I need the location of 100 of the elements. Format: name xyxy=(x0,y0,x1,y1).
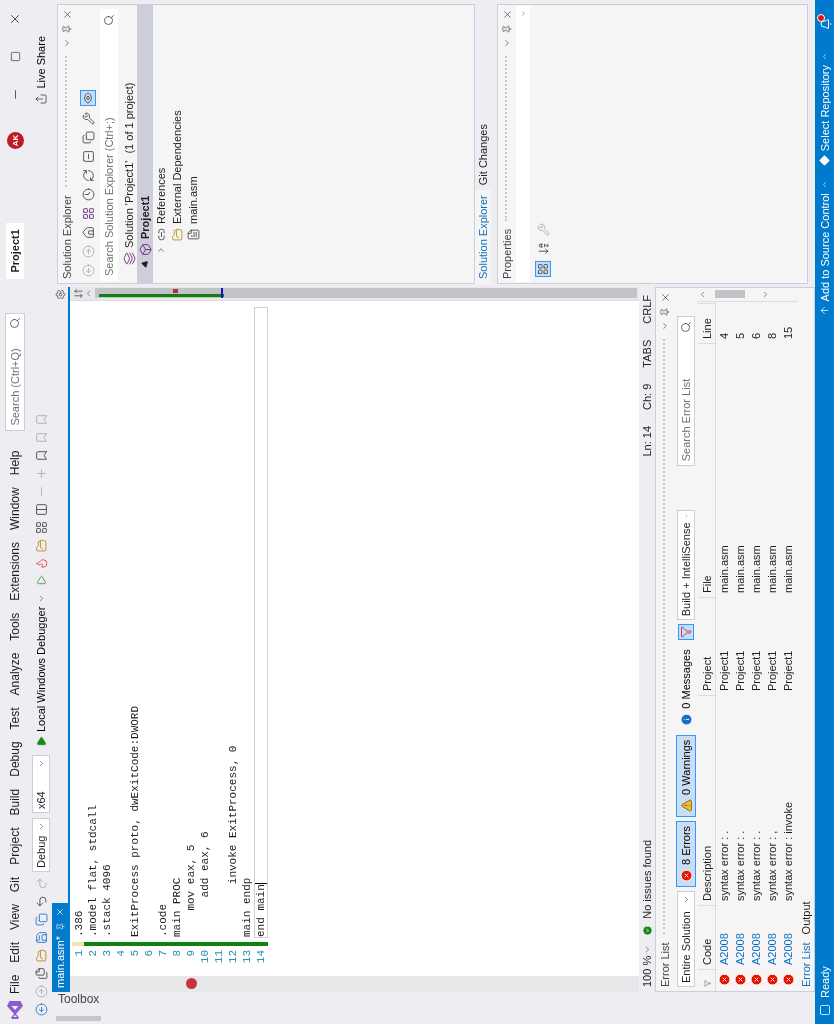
search-icon[interactable] xyxy=(103,14,115,26)
live-share-button[interactable]: Live Share xyxy=(34,30,48,111)
column-header[interactable] xyxy=(698,969,716,991)
column-header[interactable]: Line xyxy=(698,303,716,343)
table-cell[interactable]: A2008 xyxy=(716,905,732,969)
save-icon[interactable] xyxy=(34,931,48,944)
repository-button[interactable]: Select Repository xyxy=(818,48,831,171)
platform-dropdown[interactable]: x64 xyxy=(32,755,50,813)
pin-icon[interactable] xyxy=(502,24,512,34)
column-header[interactable]: Project xyxy=(698,597,716,695)
tree-item[interactable]: Project1 xyxy=(137,5,153,283)
settings-icon[interactable] xyxy=(54,289,66,300)
filter-toggle[interactable] xyxy=(678,624,694,641)
maximize-icon[interactable] xyxy=(9,51,21,63)
close-icon[interactable] xyxy=(61,9,73,20)
scope-dropdown[interactable]: Entire Solution xyxy=(677,891,695,987)
filter-button[interactable]: 8 Errors xyxy=(676,820,696,887)
menu-item[interactable]: Edit xyxy=(8,935,22,969)
dropdown-icon[interactable] xyxy=(502,38,512,48)
preview-toggle[interactable] xyxy=(80,90,96,106)
tree-item[interactable]: References xyxy=(153,5,169,283)
notification-bell-icon[interactable] xyxy=(817,14,832,30)
open-folder-icon[interactable] xyxy=(34,949,48,962)
close-icon[interactable] xyxy=(659,292,671,303)
dropdown-icon[interactable] xyxy=(62,38,72,48)
split-icon[interactable] xyxy=(73,288,84,299)
forward-icon[interactable] xyxy=(34,985,48,998)
table-cell[interactable]: A2008 xyxy=(780,905,796,969)
panel-tab[interactable]: Git Changes xyxy=(475,119,491,191)
menu-item[interactable]: Test xyxy=(8,701,22,736)
code-editor[interactable]: 1 2 3 4 5 6 7 8 9 10 11 12 13 14 .386 .model flat, stdcall .stack 4096 ExitProcess proto, dwExitCode:DWORD .code main PROC mov eax, 5 add eax, 6 invoke ExitProcess, 0 main endp end main xyxy=(70,287,639,992)
layout-icon[interactable] xyxy=(34,502,48,516)
tree-item[interactable]: External Dependencies xyxy=(169,5,185,283)
folder-search-icon[interactable] xyxy=(34,538,48,552)
forward-icon[interactable] xyxy=(81,245,95,258)
search-icon[interactable] xyxy=(680,321,692,334)
menu-item[interactable]: Analyze xyxy=(8,646,22,702)
undo-icon[interactable] xyxy=(34,895,48,908)
pin-icon[interactable] xyxy=(62,24,72,34)
document-tab[interactable]: main.asm* xyxy=(52,903,68,992)
table-cell[interactable]: A2008 xyxy=(764,905,780,969)
menu-item[interactable]: Window xyxy=(8,481,22,536)
menu-item[interactable]: Build xyxy=(8,782,22,822)
pin-icon[interactable] xyxy=(660,307,670,317)
sync-icon[interactable] xyxy=(81,169,95,182)
zoom-dropdown[interactable]: 100 % xyxy=(641,941,653,990)
tree-item[interactable]: Solution 'Project1' (1 of 1 project) xyxy=(121,5,137,283)
source-control-button[interactable]: Add to Source Control xyxy=(818,176,831,321)
table-cell[interactable]: A2008 xyxy=(748,905,764,969)
tree-item[interactable]: main.asm xyxy=(185,5,201,283)
flame-icon[interactable] xyxy=(34,556,48,570)
next-bookmark-icon[interactable] xyxy=(34,412,48,426)
column-header[interactable]: Code xyxy=(698,905,716,969)
wrench-icon[interactable] xyxy=(81,112,95,125)
search-field[interactable]: Search (Ctrl+Q) xyxy=(5,312,25,431)
bookmark-icon[interactable] xyxy=(34,448,48,462)
menu-item[interactable]: Debug xyxy=(8,735,22,783)
scrollbar[interactable] xyxy=(95,288,637,299)
scroll-up-icon[interactable] xyxy=(84,289,93,298)
menu-item[interactable]: Project xyxy=(8,821,22,871)
avatar[interactable]: AK xyxy=(6,132,24,149)
close-icon[interactable] xyxy=(8,12,22,26)
save-all-icon[interactable] xyxy=(34,913,48,926)
source-dropdown[interactable]: Build + IntelliSense xyxy=(677,510,695,621)
panel-tab[interactable]: Solution Explorer xyxy=(475,190,491,284)
search-icon[interactable] xyxy=(9,316,21,329)
run-button[interactable]: Local Windows Debugger xyxy=(31,590,51,750)
filter-button[interactable]: 0 Messages xyxy=(676,644,696,731)
search-field[interactable]: Search Error List xyxy=(677,316,695,467)
menu-item[interactable]: Help xyxy=(8,444,22,482)
new-project-icon[interactable] xyxy=(34,967,48,980)
menu-item[interactable]: View xyxy=(8,898,22,936)
scroll-down-icon[interactable] xyxy=(761,290,770,299)
close-icon[interactable] xyxy=(501,9,513,20)
collapse-icon[interactable] xyxy=(81,150,95,163)
breakpoint-dot[interactable] xyxy=(185,978,197,990)
show-all-files-icon[interactable] xyxy=(81,131,95,144)
table-cell[interactable]: A2008 xyxy=(732,905,748,969)
switch-view-icon[interactable] xyxy=(81,207,95,220)
alphabetical-icon[interactable] xyxy=(536,242,550,255)
scroll-up-icon[interactable] xyxy=(698,290,707,299)
play-outline-icon[interactable] xyxy=(35,574,47,586)
categorized-toggle[interactable] xyxy=(535,261,551,277)
configuration-dropdown[interactable]: Debug xyxy=(32,818,50,872)
dropdown-icon[interactable] xyxy=(660,321,670,331)
pin-icon[interactable] xyxy=(55,922,65,932)
history-icon[interactable] xyxy=(81,188,95,201)
expanded-arrow-icon[interactable] xyxy=(140,258,150,269)
panel-tab[interactable]: Output xyxy=(798,897,814,939)
menu-item[interactable]: File xyxy=(8,968,22,1000)
menu-item[interactable]: Extensions xyxy=(8,535,22,607)
menu-item[interactable]: Git xyxy=(8,870,22,899)
filter-button[interactable]: 0 Warnings xyxy=(676,734,696,817)
menu-item[interactable]: Tools xyxy=(8,606,22,647)
column-header[interactable]: File xyxy=(698,343,716,597)
search-field[interactable]: Search Solution Explorer (Ctrl+;) xyxy=(100,9,118,281)
column-header[interactable]: Description xyxy=(698,695,716,905)
back-icon[interactable] xyxy=(34,1003,48,1016)
home-icon[interactable] xyxy=(81,226,95,239)
redo-icon[interactable] xyxy=(34,877,48,890)
